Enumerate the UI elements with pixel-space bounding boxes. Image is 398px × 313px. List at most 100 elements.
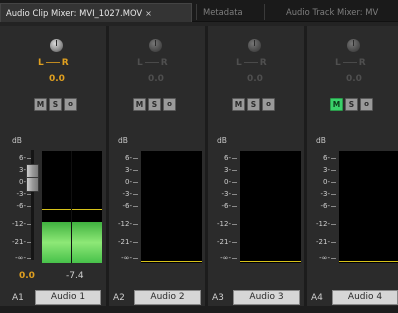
mute-button[interactable]: M <box>133 98 146 111</box>
pan-left-label: L <box>137 58 143 68</box>
track-name-field[interactable]: Audio 4 <box>332 290 398 305</box>
db-tick-label: 6- <box>125 154 132 162</box>
peak-hold-line <box>42 209 102 210</box>
record-button[interactable]: o <box>64 98 77 111</box>
level-meter-a2 <box>141 151 202 263</box>
record-button[interactable]: o <box>360 98 373 111</box>
track-id: A4 <box>311 293 323 303</box>
panel-tab-bar: Audio Clip Mixer: MVI_1027.MOV × Metadata… <box>0 0 398 22</box>
db-tick-label: -12- <box>118 220 132 228</box>
audio-clip-mixer-panel: Audio Clip Mixer: MVI_1027.MOV × Metadata… <box>0 0 398 313</box>
db-tick-mark <box>232 258 237 259</box>
level-meter-a3 <box>240 151 301 263</box>
track-name-field[interactable]: Audio 1 <box>35 290 101 305</box>
mute-button[interactable]: M <box>34 98 47 111</box>
db-tick-label: 0- <box>224 178 231 186</box>
solo-button[interactable]: S <box>49 98 62 111</box>
db-tick-mark <box>133 158 138 159</box>
tab-divider <box>264 4 265 20</box>
db-scale: 6- 3- 0- -3- -6- -12- -21- -∞- <box>215 148 237 262</box>
pan-knob-icon[interactable] <box>50 39 63 52</box>
tab-label: Audio Track Mixer: MV <box>286 7 379 17</box>
pan-value[interactable]: 0.0 <box>346 74 362 84</box>
db-tick-mark <box>331 182 336 183</box>
meter-fill <box>42 222 102 263</box>
db-tick-mark <box>133 258 138 259</box>
pan-value[interactable]: 0.0 <box>247 74 263 84</box>
horizontal-scrollbar[interactable] <box>0 306 398 313</box>
pan-knob-icon[interactable] <box>149 39 162 52</box>
pan-lr-indicator: LR <box>335 58 366 68</box>
pan-value[interactable]: 0.0 <box>49 74 65 84</box>
db-tick-mark <box>133 224 138 225</box>
db-tick-label: -3- <box>16 190 26 198</box>
pan-lr-indicator: LR <box>38 58 69 68</box>
db-tick-label: -∞- <box>15 254 26 262</box>
close-icon[interactable]: × <box>145 9 152 18</box>
pan-left-label: L <box>236 58 242 68</box>
db-tick-label: -∞- <box>121 254 132 262</box>
db-tick-label: -12- <box>217 220 231 228</box>
pan-right-label: R <box>259 58 267 68</box>
db-tick-label: -3- <box>221 190 231 198</box>
peak-hold-line <box>240 261 301 262</box>
db-tick-label: 3- <box>323 166 330 174</box>
solo-button[interactable]: S <box>148 98 161 111</box>
record-button[interactable]: o <box>262 98 275 111</box>
db-tick-mark <box>232 242 237 243</box>
db-tick-label: -12- <box>12 220 26 228</box>
mute-button[interactable]: M <box>330 98 343 111</box>
track-buttons: M S o <box>232 98 278 112</box>
volume-value[interactable]: 0.0 <box>19 271 35 281</box>
db-tick-mark <box>331 258 336 259</box>
db-tick-mark <box>133 206 138 207</box>
track-name-field[interactable]: Audio 2 <box>134 290 201 305</box>
track-name-field[interactable]: Audio 3 <box>233 290 300 305</box>
db-tick-mark <box>232 224 237 225</box>
db-tick-label: -6- <box>122 202 132 210</box>
pan-lr-indicator: LR <box>137 58 168 68</box>
pan-knob-icon[interactable] <box>347 39 360 52</box>
db-tick-mark <box>331 242 336 243</box>
db-tick-mark <box>232 170 237 171</box>
db-tick-mark <box>133 182 138 183</box>
db-tick-mark <box>232 182 237 183</box>
db-tick-label: 0- <box>125 178 132 186</box>
db-tick-label: 3- <box>224 166 231 174</box>
mute-button[interactable]: M <box>232 98 245 111</box>
db-scale: 6- 3- 0- -3- -6- -12- -21- -∞- <box>116 148 138 262</box>
track-id: A1 <box>12 293 24 303</box>
db-tick-mark <box>133 170 138 171</box>
record-button[interactable]: o <box>163 98 176 111</box>
db-unit-label: dB <box>12 136 22 145</box>
db-tick-label: 3- <box>125 166 132 174</box>
db-tick-mark <box>331 206 336 207</box>
tab-audio-track-mixer[interactable]: Audio Track Mixer: MV <box>281 3 398 22</box>
tab-metadata[interactable]: Metadata <box>198 3 258 22</box>
db-unit-label: dB <box>118 136 128 145</box>
track-id: A3 <box>212 293 224 303</box>
peak-hold-line <box>141 261 202 262</box>
tab-divider <box>196 4 197 20</box>
track-buttons: M S o <box>34 98 80 112</box>
solo-button[interactable]: S <box>247 98 260 111</box>
db-tick-mark <box>232 206 237 207</box>
db-tick-label: -21- <box>118 238 132 246</box>
solo-button[interactable]: S <box>345 98 358 111</box>
db-tick-label: 6- <box>19 154 26 162</box>
level-meter-a1 <box>42 151 102 263</box>
db-tick-label: -3- <box>122 190 132 198</box>
db-unit-label: dB <box>316 136 326 145</box>
track-buttons: M S o <box>330 98 376 112</box>
pan-value[interactable]: 0.0 <box>148 74 164 84</box>
db-tick-mark <box>331 194 336 195</box>
db-tick-label: 0- <box>19 178 26 186</box>
pan-knob-icon[interactable] <box>248 39 261 52</box>
pan-right-label: R <box>61 58 69 68</box>
db-tick-label: -12- <box>316 220 330 228</box>
tab-audio-clip-mixer[interactable]: Audio Clip Mixer: MVI_1027.MOV × <box>0 3 192 22</box>
peak-hold-line <box>339 261 398 262</box>
volume-fader-handle[interactable] <box>26 164 39 192</box>
db-tick-label: -6- <box>221 202 231 210</box>
db-tick-mark <box>133 194 138 195</box>
